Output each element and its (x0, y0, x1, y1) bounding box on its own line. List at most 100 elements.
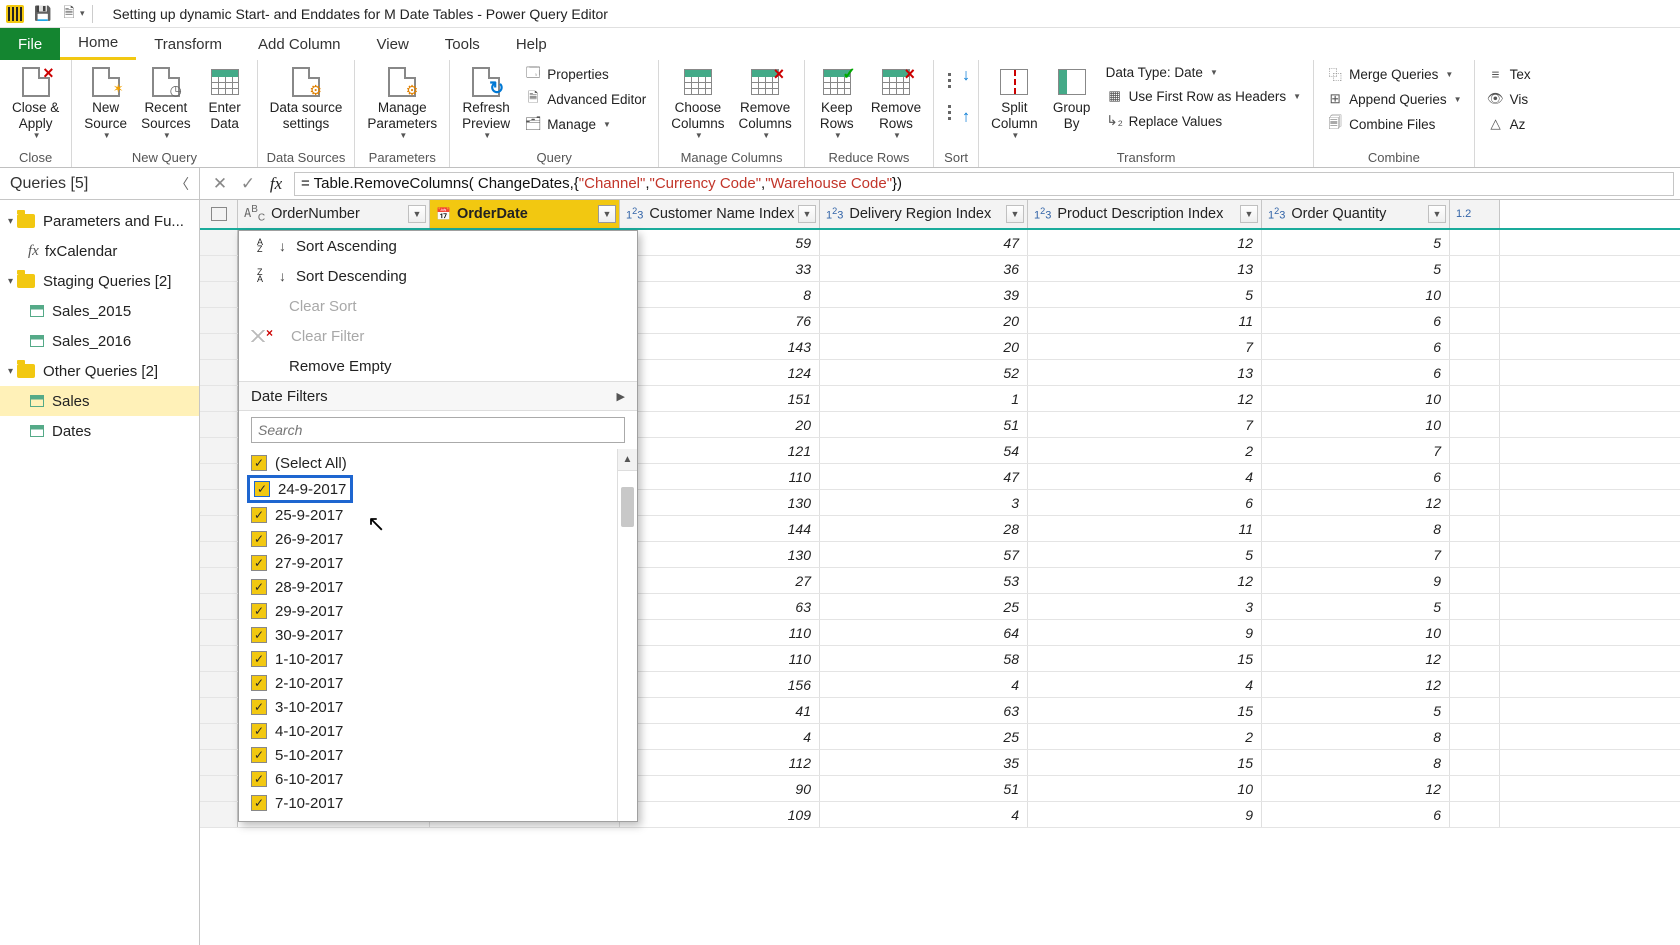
sort-desc-button[interactable] (942, 98, 970, 130)
column-filter-button[interactable]: ▼ (1428, 205, 1446, 223)
cell[interactable]: 12 (1262, 672, 1450, 697)
cell[interactable]: 11 (1028, 516, 1262, 541)
cell[interactable]: 13 (1028, 256, 1262, 281)
column-delivery-region-header[interactable]: 123 Delivery Region Index ▼ (820, 200, 1028, 228)
filter-search-input[interactable] (251, 417, 625, 443)
cell[interactable]: 130 (620, 542, 820, 567)
cell[interactable]: 10 (1262, 386, 1450, 411)
column-product-desc-header[interactable]: 123 Product Description Index ▼ (1028, 200, 1262, 228)
cell[interactable]: 12 (1262, 490, 1450, 515)
checkbox-icon[interactable]: ✓ (251, 747, 267, 763)
refresh-preview-button[interactable]: Refresh Preview▼ (458, 63, 514, 142)
first-row-headers-button[interactable]: ▦Use First Row as Headers▼ (1102, 85, 1305, 107)
cell[interactable] (1450, 230, 1500, 255)
cell[interactable]: 27 (620, 568, 820, 593)
cell[interactable]: 20 (820, 334, 1028, 359)
cell[interactable] (1450, 412, 1500, 437)
table-corner-button[interactable] (200, 200, 238, 228)
cell[interactable]: 54 (820, 438, 1028, 463)
cell[interactable]: 3 (1028, 594, 1262, 619)
cell[interactable]: 130 (620, 490, 820, 515)
cell[interactable] (1450, 360, 1500, 385)
filter-value-item[interactable]: ✓4-10-2017 (251, 719, 617, 743)
remove-empty-button[interactable]: Remove Empty (239, 351, 637, 381)
checkbox-icon[interactable]: ✓ (251, 723, 267, 739)
enter-data-button[interactable]: Enter Data (201, 63, 249, 133)
cell[interactable] (1450, 282, 1500, 307)
data-type-button[interactable]: Data Type: Date▼ (1102, 63, 1305, 82)
cell[interactable]: 12 (1028, 568, 1262, 593)
cell[interactable] (1450, 568, 1500, 593)
cell[interactable]: 4 (620, 724, 820, 749)
cell[interactable]: 109 (620, 802, 820, 827)
append-queries-button[interactable]: ⊞Append Queries▼ (1322, 88, 1466, 110)
cell[interactable]: 6 (1262, 308, 1450, 333)
close-apply-button[interactable]: Close & Apply▼ (8, 63, 63, 142)
checkbox-icon[interactable]: ✓ (251, 675, 267, 691)
cell[interactable]: 20 (620, 412, 820, 437)
clear-sort-button[interactable]: Clear Sort (239, 291, 637, 321)
cell[interactable]: 15 (1028, 646, 1262, 671)
filter-value-item[interactable]: ✓26-9-2017 (251, 527, 617, 551)
date-filters-button[interactable]: Date Filters▶ (239, 381, 637, 411)
cell[interactable]: 5 (1028, 542, 1262, 567)
qat-dropdown-icon[interactable]: ▾ (80, 8, 85, 19)
cell[interactable]: 5 (1262, 594, 1450, 619)
cell[interactable]: 63 (620, 594, 820, 619)
cell[interactable] (1450, 490, 1500, 515)
tab-home[interactable]: Home (60, 28, 136, 60)
cell[interactable]: 151 (620, 386, 820, 411)
cell[interactable]: 10 (1262, 412, 1450, 437)
vision-button[interactable]: 👁Vis (1483, 88, 1535, 110)
group-by-button[interactable]: Group By (1048, 63, 1096, 133)
cell[interactable]: 4 (1028, 464, 1262, 489)
remove-columns-button[interactable]: Remove Columns▼ (735, 63, 796, 142)
checkbox-icon[interactable]: ✓ (251, 771, 267, 787)
collapse-pane-icon[interactable]: 〈 (175, 174, 189, 194)
filter-value-item[interactable]: ✓30-9-2017 (251, 623, 617, 647)
scroll-up-icon[interactable]: ▲ (618, 449, 637, 471)
cell[interactable]: 63 (820, 698, 1028, 723)
clear-filter-button[interactable]: Clear Filter (239, 321, 637, 351)
cell[interactable]: 9 (1262, 568, 1450, 593)
checkbox-icon[interactable]: ✓ (251, 507, 267, 523)
cell[interactable] (1450, 464, 1500, 489)
cell[interactable] (1450, 542, 1500, 567)
cell[interactable]: 156 (620, 672, 820, 697)
cell[interactable]: 5 (1028, 282, 1262, 307)
cell[interactable]: 12 (1262, 776, 1450, 801)
cell[interactable]: 52 (820, 360, 1028, 385)
column-customer-index-header[interactable]: 123 Customer Name Index ▼ (620, 200, 820, 228)
checkbox-icon[interactable]: ✓ (251, 579, 267, 595)
cell[interactable]: 8 (1262, 516, 1450, 541)
cell[interactable]: 112 (620, 750, 820, 775)
cell[interactable]: 25 (820, 594, 1028, 619)
properties-button[interactable]: 🗔Properties (520, 63, 650, 85)
cell[interactable] (1450, 256, 1500, 281)
scroll-thumb[interactable] (621, 487, 634, 527)
data-source-settings-button[interactable]: Data source settings (266, 63, 347, 133)
checkbox-icon[interactable]: ✓ (251, 651, 267, 667)
cell[interactable]: 4 (1028, 672, 1262, 697)
cell[interactable]: 36 (820, 256, 1028, 281)
cell[interactable]: 4 (820, 672, 1028, 697)
cell[interactable]: 9 (1028, 620, 1262, 645)
filter-value-item[interactable]: ✓25-9-2017 (251, 503, 617, 527)
cell[interactable] (1450, 802, 1500, 827)
cell[interactable]: 7 (1262, 542, 1450, 567)
keep-rows-button[interactable]: Keep Rows▼ (813, 63, 861, 142)
cell[interactable]: 10 (1262, 620, 1450, 645)
filter-value-item[interactable]: ✓3-10-2017 (251, 695, 617, 719)
column-filter-button[interactable]: ▼ (798, 205, 816, 223)
tab-add-column[interactable]: Add Column (240, 28, 359, 60)
cell[interactable]: 58 (820, 646, 1028, 671)
fx-icon[interactable]: fx (262, 172, 290, 196)
column-order-qty-header[interactable]: 123 Order Quantity ▼ (1262, 200, 1450, 228)
replace-values-button[interactable]: ↳₂Replace Values (1102, 110, 1305, 132)
cell[interactable]: 8 (620, 282, 820, 307)
cell[interactable]: 110 (620, 464, 820, 489)
cell[interactable]: 143 (620, 334, 820, 359)
cell[interactable]: 7 (1262, 438, 1450, 463)
cell[interactable]: 6 (1262, 360, 1450, 385)
cell[interactable] (1450, 308, 1500, 333)
